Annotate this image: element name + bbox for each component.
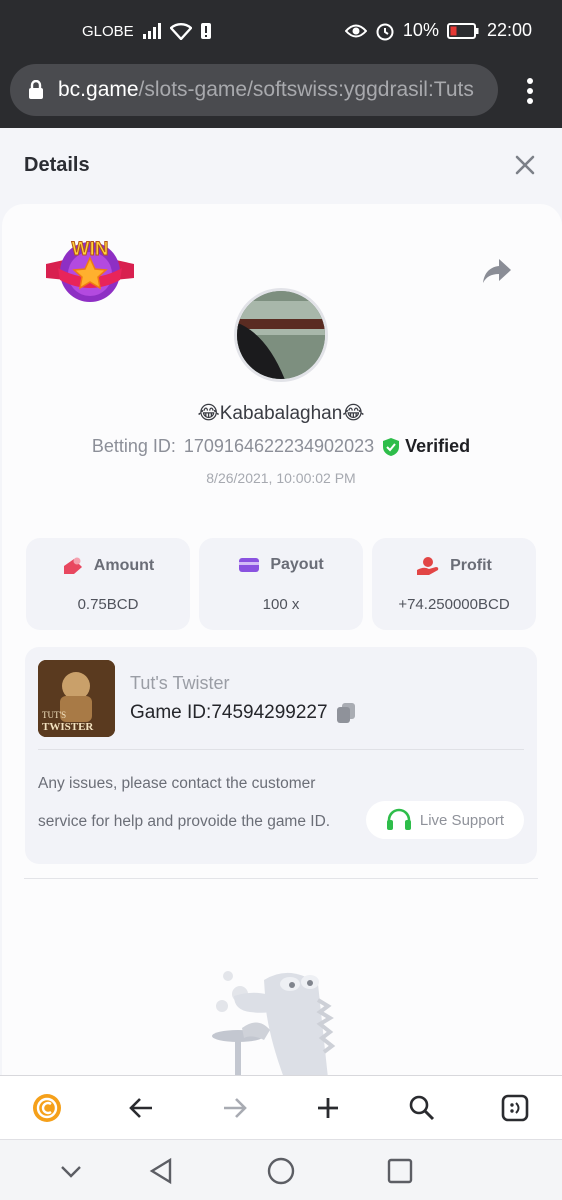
tabs-button[interactable]: [499, 1092, 531, 1124]
signal-icon: [142, 23, 161, 39]
game-id-label: Game ID:: [130, 702, 212, 723]
back-arrow-icon: [129, 1098, 152, 1118]
game-thumb-text-1: TUT'S: [42, 710, 66, 720]
game-thumbnail[interactable]: TUT'S TWISTER: [38, 660, 115, 737]
address-bar[interactable]: bc.game/slots-game/softswiss:yggdrasil:T…: [10, 64, 498, 116]
betting-id-value: 1709164622234902023: [183, 436, 375, 456]
details-title: Details: [24, 154, 90, 176]
back-button[interactable]: [125, 1092, 157, 1124]
stat-amount-label: Amount: [93, 557, 155, 574]
battery-percent: 10%: [402, 20, 439, 40]
forward-button[interactable]: [219, 1092, 251, 1124]
search-button[interactable]: [406, 1092, 438, 1124]
status-bar: GLOBE 10% 22:00: [0, 0, 562, 64]
bet-date: 8/26/2021, 10:00:02 PM: [206, 470, 356, 486]
stat-profit-value: +74.250000BCD: [398, 596, 510, 613]
forward-arrow-icon: [224, 1098, 247, 1118]
betting-id-label: Betting ID:: [91, 436, 176, 456]
eye-icon: [344, 24, 367, 37]
battery-icon: [446, 22, 479, 39]
game-name: Tut's Twister: [130, 673, 230, 693]
more-vert-icon[interactable]: [526, 78, 534, 104]
share-icon[interactable]: [482, 258, 512, 284]
stat-amount: Amount 0.75BCD: [26, 538, 190, 630]
stat-payout-label: Payout: [270, 556, 324, 573]
live-support-button[interactable]: Live Support: [366, 801, 524, 839]
stat-profit-label: Profit: [450, 557, 492, 574]
close-icon[interactable]: [514, 154, 536, 176]
game-card-divider: [38, 749, 524, 750]
headset-icon: [386, 808, 411, 830]
game-id-value: 74594299227: [211, 702, 328, 723]
new-tab-button[interactable]: [312, 1092, 344, 1124]
alarm-icon: [376, 23, 394, 40]
nav-back-icon[interactable]: [146, 1156, 176, 1186]
stat-payout-value: 100 x: [262, 596, 300, 613]
clock-time: 22:00: [486, 20, 532, 40]
wifi-icon: [169, 23, 192, 40]
chevron-down-icon[interactable]: [56, 1156, 86, 1186]
nav-home-icon[interactable]: [266, 1156, 296, 1186]
verified-badge: Verified: [382, 436, 470, 457]
copy-icon[interactable]: [336, 702, 356, 724]
search-icon: [409, 1095, 435, 1121]
nav-recents-icon[interactable]: [385, 1156, 415, 1186]
game-thumb-text-2: TWISTER: [42, 721, 94, 733]
betting-id-row: Betting ID: 1709164622234902023 Verified: [0, 436, 562, 457]
coin-button[interactable]: [31, 1092, 63, 1124]
url-host: bc.game: [58, 78, 139, 101]
live-support-label: Live Support: [419, 811, 505, 829]
lock-icon: [29, 80, 43, 99]
crocodile-mascot-illustration: [212, 971, 336, 1078]
stat-profit: Profit +74.250000BCD: [372, 538, 536, 630]
tabs-icon: [501, 1094, 529, 1122]
issue-text: Any issues, please contact the customer …: [38, 775, 331, 830]
verified-shield-icon: [383, 437, 400, 456]
game-id-row: Game ID:74594299227: [130, 702, 356, 724]
win-badge-text: WIN: [72, 239, 109, 260]
carrier-label: GLOBE: [82, 22, 134, 40]
plus-icon: [318, 1098, 338, 1118]
username: 😂Kababalaghan😂: [197, 403, 365, 424]
alert-icon: [200, 23, 211, 39]
payout-card-icon: [239, 558, 260, 572]
url-path: /slots-game/softswiss:yggdrasil:Tuts: [138, 78, 474, 101]
stat-payout: Payout 100 x: [199, 538, 363, 630]
win-badge-icon: WIN: [46, 239, 134, 302]
stat-amount-value: 0.75BCD: [77, 596, 139, 613]
coin-icon: [33, 1094, 61, 1122]
amount-icon: [63, 557, 82, 574]
browser-address-row: bc.game/slots-game/softswiss:yggdrasil:T…: [0, 64, 562, 128]
avatar: [234, 288, 328, 382]
profit-hand-icon: [417, 557, 439, 575]
verified-label: Verified: [405, 436, 471, 456]
system-nav-bar: [0, 1139, 562, 1200]
section-divider: [24, 878, 538, 879]
browser-toolbar: [0, 1075, 562, 1139]
game-info-card: TUT'S TWISTER Tut's Twister Game ID:7459…: [25, 647, 537, 864]
